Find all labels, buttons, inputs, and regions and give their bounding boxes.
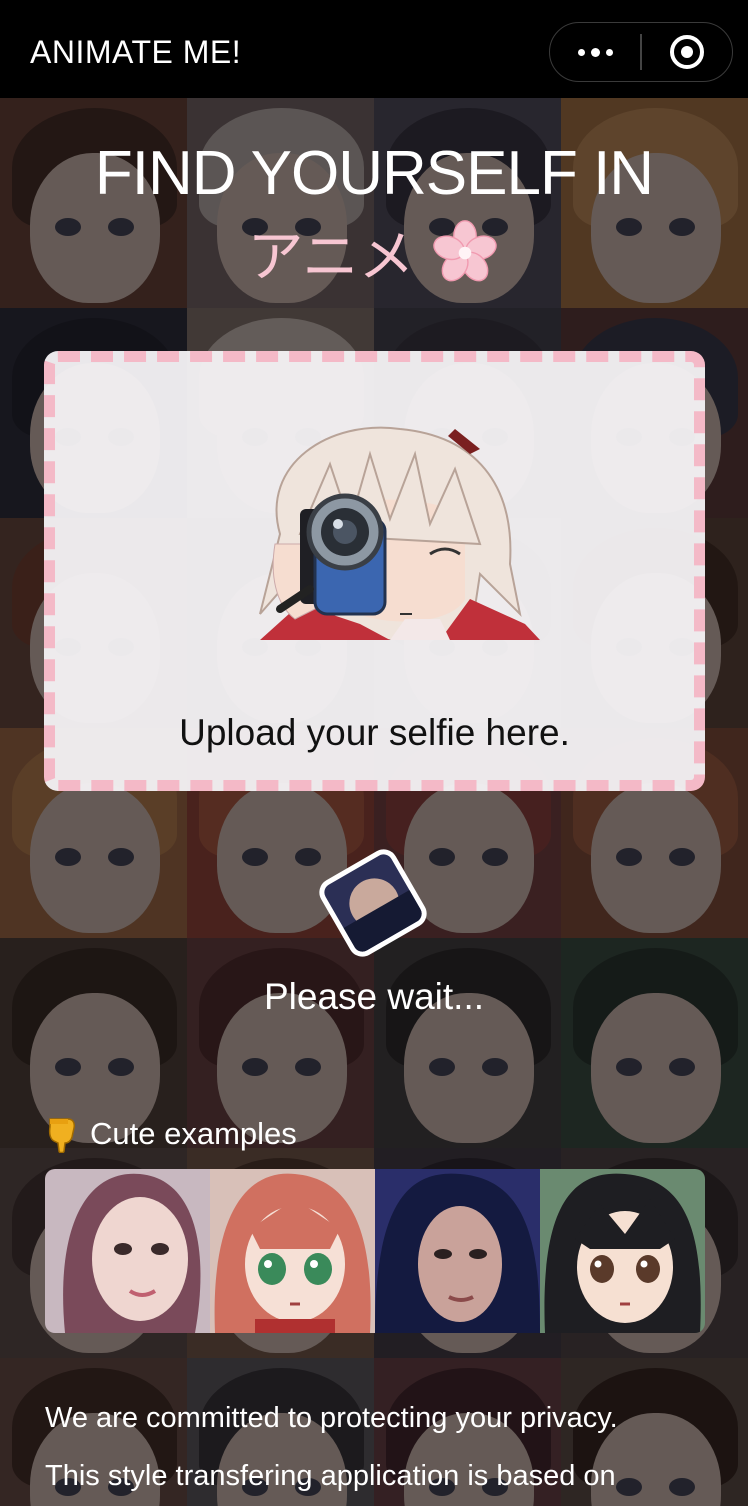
example-anime-1-image xyxy=(210,1169,375,1333)
upload-instruction: Upload your selfie here. xyxy=(179,712,570,753)
privacy-description: This style transfering application is ba… xyxy=(45,1460,616,1492)
example-anime-2[interactable] xyxy=(540,1169,705,1333)
example-selfie-1[interactable] xyxy=(45,1169,210,1333)
upload-dropzone[interactable]: Upload your selfie here. xyxy=(44,351,705,791)
camera-girl-illustration xyxy=(259,426,540,640)
subhead-text: アニメ xyxy=(247,225,415,288)
top-bar: ANIMATE ME! xyxy=(0,0,748,98)
sakura-flower-icon xyxy=(433,219,498,281)
loading-status: Please wait... xyxy=(263,976,485,1017)
pointing-down-hand-icon xyxy=(48,1118,75,1153)
mini-program-capsule xyxy=(549,22,733,82)
page-headline: FIND YOURSELF IN xyxy=(94,139,654,208)
example-anime-2-image xyxy=(540,1169,705,1333)
page-subheadline: アニメ xyxy=(0,212,748,293)
example-anime-1[interactable] xyxy=(210,1169,375,1333)
app-title: ANIMATE ME! xyxy=(30,34,242,70)
example-selfie-2-image xyxy=(375,1169,540,1333)
privacy-section: We are committed to protecting your priv… xyxy=(45,1400,705,1506)
examples-gallery xyxy=(45,1169,705,1333)
examples-heading: Cute examples xyxy=(46,1115,297,1153)
target-close-icon[interactable] xyxy=(642,23,732,81)
example-selfie-1-image xyxy=(45,1169,210,1333)
examples-label-text: Cute examples xyxy=(90,1116,297,1151)
example-selfie-2[interactable] xyxy=(375,1169,540,1333)
more-dots-icon[interactable] xyxy=(550,23,640,81)
privacy-statement: We are committed to protecting your priv… xyxy=(45,1402,618,1434)
